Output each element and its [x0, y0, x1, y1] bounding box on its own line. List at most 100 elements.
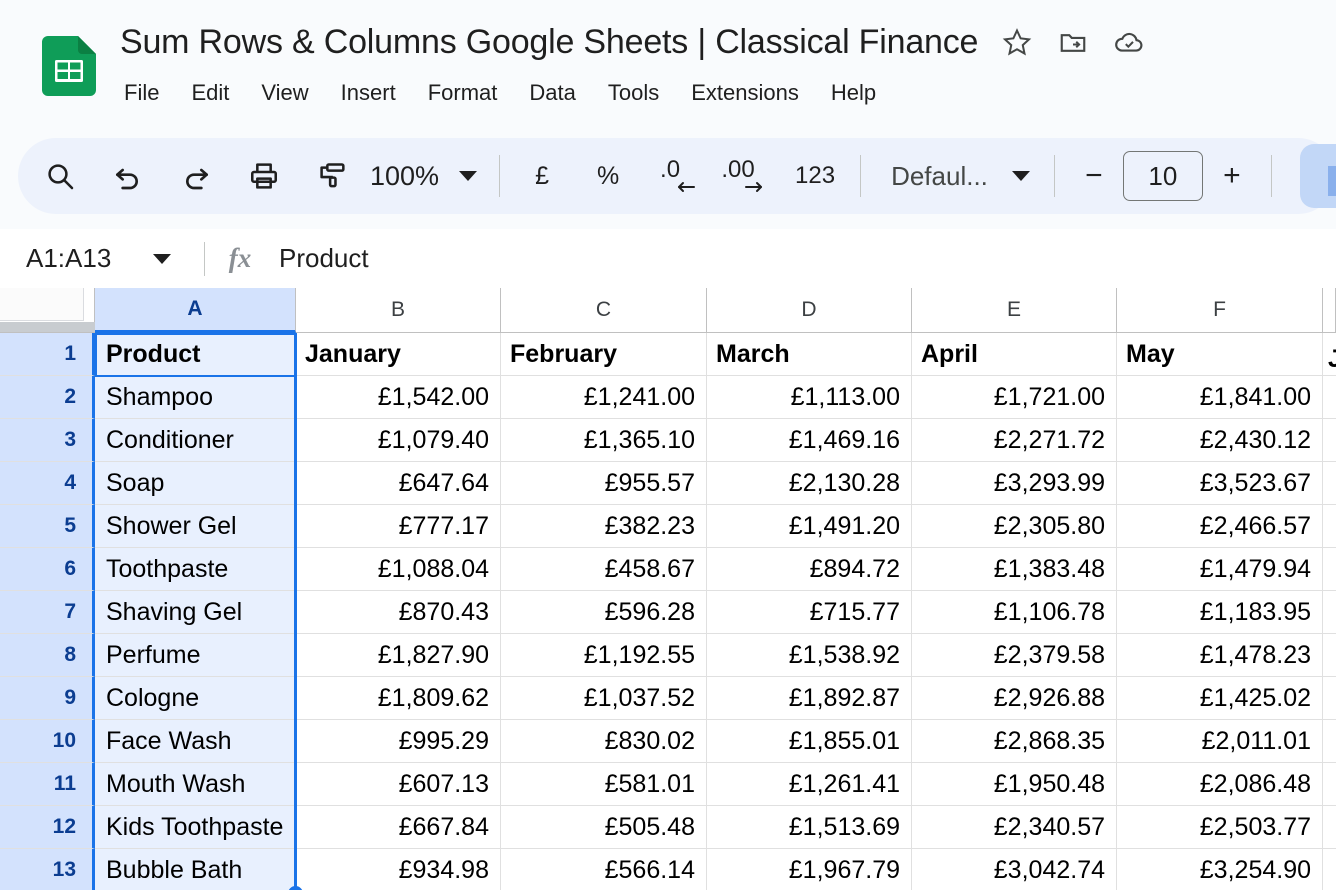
cell-B9[interactable]: £1,809.62 — [296, 677, 501, 720]
cell-G12-partial[interactable] — [1323, 806, 1336, 849]
cloud-saved-icon[interactable] — [1112, 25, 1146, 59]
cell-C9[interactable]: £1,037.52 — [501, 677, 707, 720]
font-family-selector[interactable]: Defaul... — [891, 161, 1030, 192]
cell-B3[interactable]: £1,079.40 — [296, 419, 501, 462]
row-header-3[interactable]: 3 — [0, 419, 95, 462]
cell-A12[interactable]: Kids Toothpaste — [95, 806, 296, 849]
row-header-11[interactable]: 11 — [0, 763, 95, 806]
column-header-a[interactable]: A — [95, 288, 296, 333]
cell-B13[interactable]: £934.98 — [296, 849, 501, 890]
cell-C3[interactable]: £1,365.10 — [501, 419, 707, 462]
cell-E1[interactable]: April — [912, 333, 1117, 376]
formula-input[interactable]: Product — [279, 243, 1336, 274]
menu-item-extensions[interactable]: Extensions — [675, 74, 815, 112]
print-icon[interactable] — [236, 148, 292, 204]
cell-G13-partial[interactable] — [1323, 849, 1336, 890]
select-all-corner[interactable] — [0, 288, 95, 333]
cell-A10[interactable]: Face Wash — [95, 720, 296, 763]
row-header-8[interactable]: 8 — [0, 634, 95, 677]
cell-D9[interactable]: £1,892.87 — [707, 677, 912, 720]
cell-G4-partial[interactable] — [1323, 462, 1336, 505]
cell-B5[interactable]: £777.17 — [296, 505, 501, 548]
menu-item-help[interactable]: Help — [815, 74, 892, 112]
cell-F2[interactable]: £1,841.00 — [1117, 376, 1323, 419]
column-header-d[interactable]: D — [707, 288, 912, 333]
cell-B10[interactable]: £995.29 — [296, 720, 501, 763]
cell-F3[interactable]: £2,430.12 — [1117, 419, 1323, 462]
cell-B1[interactable]: January — [296, 333, 501, 376]
cell-F11[interactable]: £2,086.48 — [1117, 763, 1323, 806]
row-header-6[interactable]: 6 — [0, 548, 95, 591]
cell-D13[interactable]: £1,967.79 — [707, 849, 912, 890]
cell-C12[interactable]: £505.48 — [501, 806, 707, 849]
font-size-increase-button[interactable]: + — [1207, 151, 1257, 201]
menu-item-data[interactable]: Data — [513, 74, 591, 112]
cell-G5-partial[interactable] — [1323, 505, 1336, 548]
cell-B4[interactable]: £647.64 — [296, 462, 501, 505]
cell-C4[interactable]: £955.57 — [501, 462, 707, 505]
cell-F7[interactable]: £1,183.95 — [1117, 591, 1323, 634]
cell-A9[interactable]: Cologne — [95, 677, 296, 720]
cell-A2[interactable]: Shampoo — [95, 376, 296, 419]
row-header-4[interactable]: 4 — [0, 462, 95, 505]
cell-C11[interactable]: £581.01 — [501, 763, 707, 806]
row-header-1[interactable]: 1 — [0, 333, 95, 376]
row-header-7[interactable]: 7 — [0, 591, 95, 634]
cell-D7[interactable]: £715.77 — [707, 591, 912, 634]
cell-D10[interactable]: £1,855.01 — [707, 720, 912, 763]
cell-E10[interactable]: £2,868.35 — [912, 720, 1117, 763]
cell-G11-partial[interactable] — [1323, 763, 1336, 806]
cell-D2[interactable]: £1,113.00 — [707, 376, 912, 419]
cell-E12[interactable]: £2,340.57 — [912, 806, 1117, 849]
cell-E7[interactable]: £1,106.78 — [912, 591, 1117, 634]
name-box[interactable]: A1:A13 — [0, 229, 200, 288]
cell-D4[interactable]: £2,130.28 — [707, 462, 912, 505]
font-size-input[interactable]: 10 — [1123, 151, 1203, 201]
cell-D1[interactable]: March — [707, 333, 912, 376]
column-header-e[interactable]: E — [912, 288, 1117, 333]
cell-F1[interactable]: May — [1117, 333, 1323, 376]
cell-B6[interactable]: £1,088.04 — [296, 548, 501, 591]
cell-D3[interactable]: £1,469.16 — [707, 419, 912, 462]
cell-G6-partial[interactable] — [1323, 548, 1336, 591]
cell-E8[interactable]: £2,379.58 — [912, 634, 1117, 677]
cell-D12[interactable]: £1,513.69 — [707, 806, 912, 849]
cell-F10[interactable]: £2,011.01 — [1117, 720, 1323, 763]
cell-B11[interactable]: £607.13 — [296, 763, 501, 806]
cell-E2[interactable]: £1,721.00 — [912, 376, 1117, 419]
cell-E6[interactable]: £1,383.48 — [912, 548, 1117, 591]
paint-format-icon[interactable] — [304, 148, 360, 204]
cell-A4[interactable]: Soap — [95, 462, 296, 505]
cell-F4[interactable]: £3,523.67 — [1117, 462, 1323, 505]
column-header-c[interactable]: C — [501, 288, 707, 333]
cell-A5[interactable]: Shower Gel — [95, 505, 296, 548]
menu-item-format[interactable]: Format — [412, 74, 514, 112]
zoom-control[interactable]: 100% — [370, 161, 477, 192]
cell-C10[interactable]: £830.02 — [501, 720, 707, 763]
column-header-g-partial[interactable] — [1323, 288, 1336, 333]
cell-G8-partial[interactable] — [1323, 634, 1336, 677]
page-title[interactable]: Sum Rows & Columns Google Sheets | Class… — [120, 18, 978, 66]
cell-D11[interactable]: £1,261.41 — [707, 763, 912, 806]
cell-F6[interactable]: £1,479.94 — [1117, 548, 1323, 591]
row-header-9[interactable]: 9 — [0, 677, 95, 720]
cell-C1[interactable]: February — [501, 333, 707, 376]
cell-C7[interactable]: £596.28 — [501, 591, 707, 634]
cell-C5[interactable]: £382.23 — [501, 505, 707, 548]
cell-A8[interactable]: Perfume — [95, 634, 296, 677]
cell-B12[interactable]: £667.84 — [296, 806, 501, 849]
font-size-decrease-button[interactable]: − — [1069, 151, 1119, 201]
cell-B7[interactable]: £870.43 — [296, 591, 501, 634]
cell-E9[interactable]: £2,926.88 — [912, 677, 1117, 720]
search-icon[interactable] — [32, 148, 88, 204]
cell-C13[interactable]: £566.14 — [501, 849, 707, 890]
cell-G1-partial[interactable] — [1323, 333, 1336, 376]
function-icon[interactable]: fx — [219, 243, 261, 274]
cell-E13[interactable]: £3,042.74 — [912, 849, 1117, 890]
cell-F9[interactable]: £1,425.02 — [1117, 677, 1323, 720]
cell-F12[interactable]: £2,503.77 — [1117, 806, 1323, 849]
cell-G9-partial[interactable] — [1323, 677, 1336, 720]
cell-C6[interactable]: £458.67 — [501, 548, 707, 591]
cell-D6[interactable]: £894.72 — [707, 548, 912, 591]
cell-E5[interactable]: £2,305.80 — [912, 505, 1117, 548]
